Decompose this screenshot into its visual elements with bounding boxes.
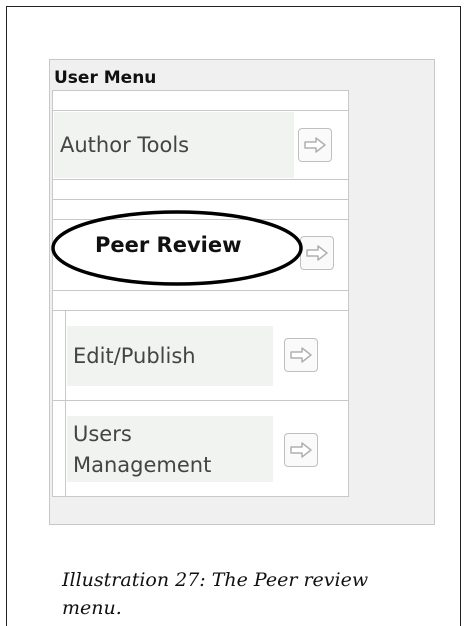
user-menu-title: User Menu (54, 68, 157, 88)
figure-caption: Illustration 27: The Peer review menu. (62, 569, 369, 619)
arrow-right-icon (290, 347, 312, 363)
arrow-right-icon (304, 137, 326, 153)
menu-separator (53, 400, 348, 401)
menu-item-label: Author Tools (60, 133, 190, 157)
menu-separator (53, 179, 348, 180)
menu-separator (53, 290, 348, 291)
edit-publish-arrow-button[interactable] (284, 338, 318, 372)
menu-item-label: Users Management (73, 422, 212, 477)
menu-item-author-tools[interactable]: Author Tools (54, 112, 294, 178)
menu-separator (53, 110, 348, 111)
users-management-arrow-button[interactable] (284, 433, 318, 467)
menu-item-label: Edit/Publish (73, 344, 196, 368)
menu-inner-border (65, 310, 66, 496)
menu-item-label: Peer Review (95, 233, 242, 257)
author-tools-arrow-button[interactable] (298, 128, 332, 162)
arrow-right-icon (290, 442, 312, 458)
menu-item-users-management[interactable]: Users Management (67, 416, 273, 482)
menu-item-edit-publish[interactable]: Edit/Publish (67, 326, 273, 386)
menu-separator (53, 199, 348, 200)
menu-separator (53, 310, 348, 311)
